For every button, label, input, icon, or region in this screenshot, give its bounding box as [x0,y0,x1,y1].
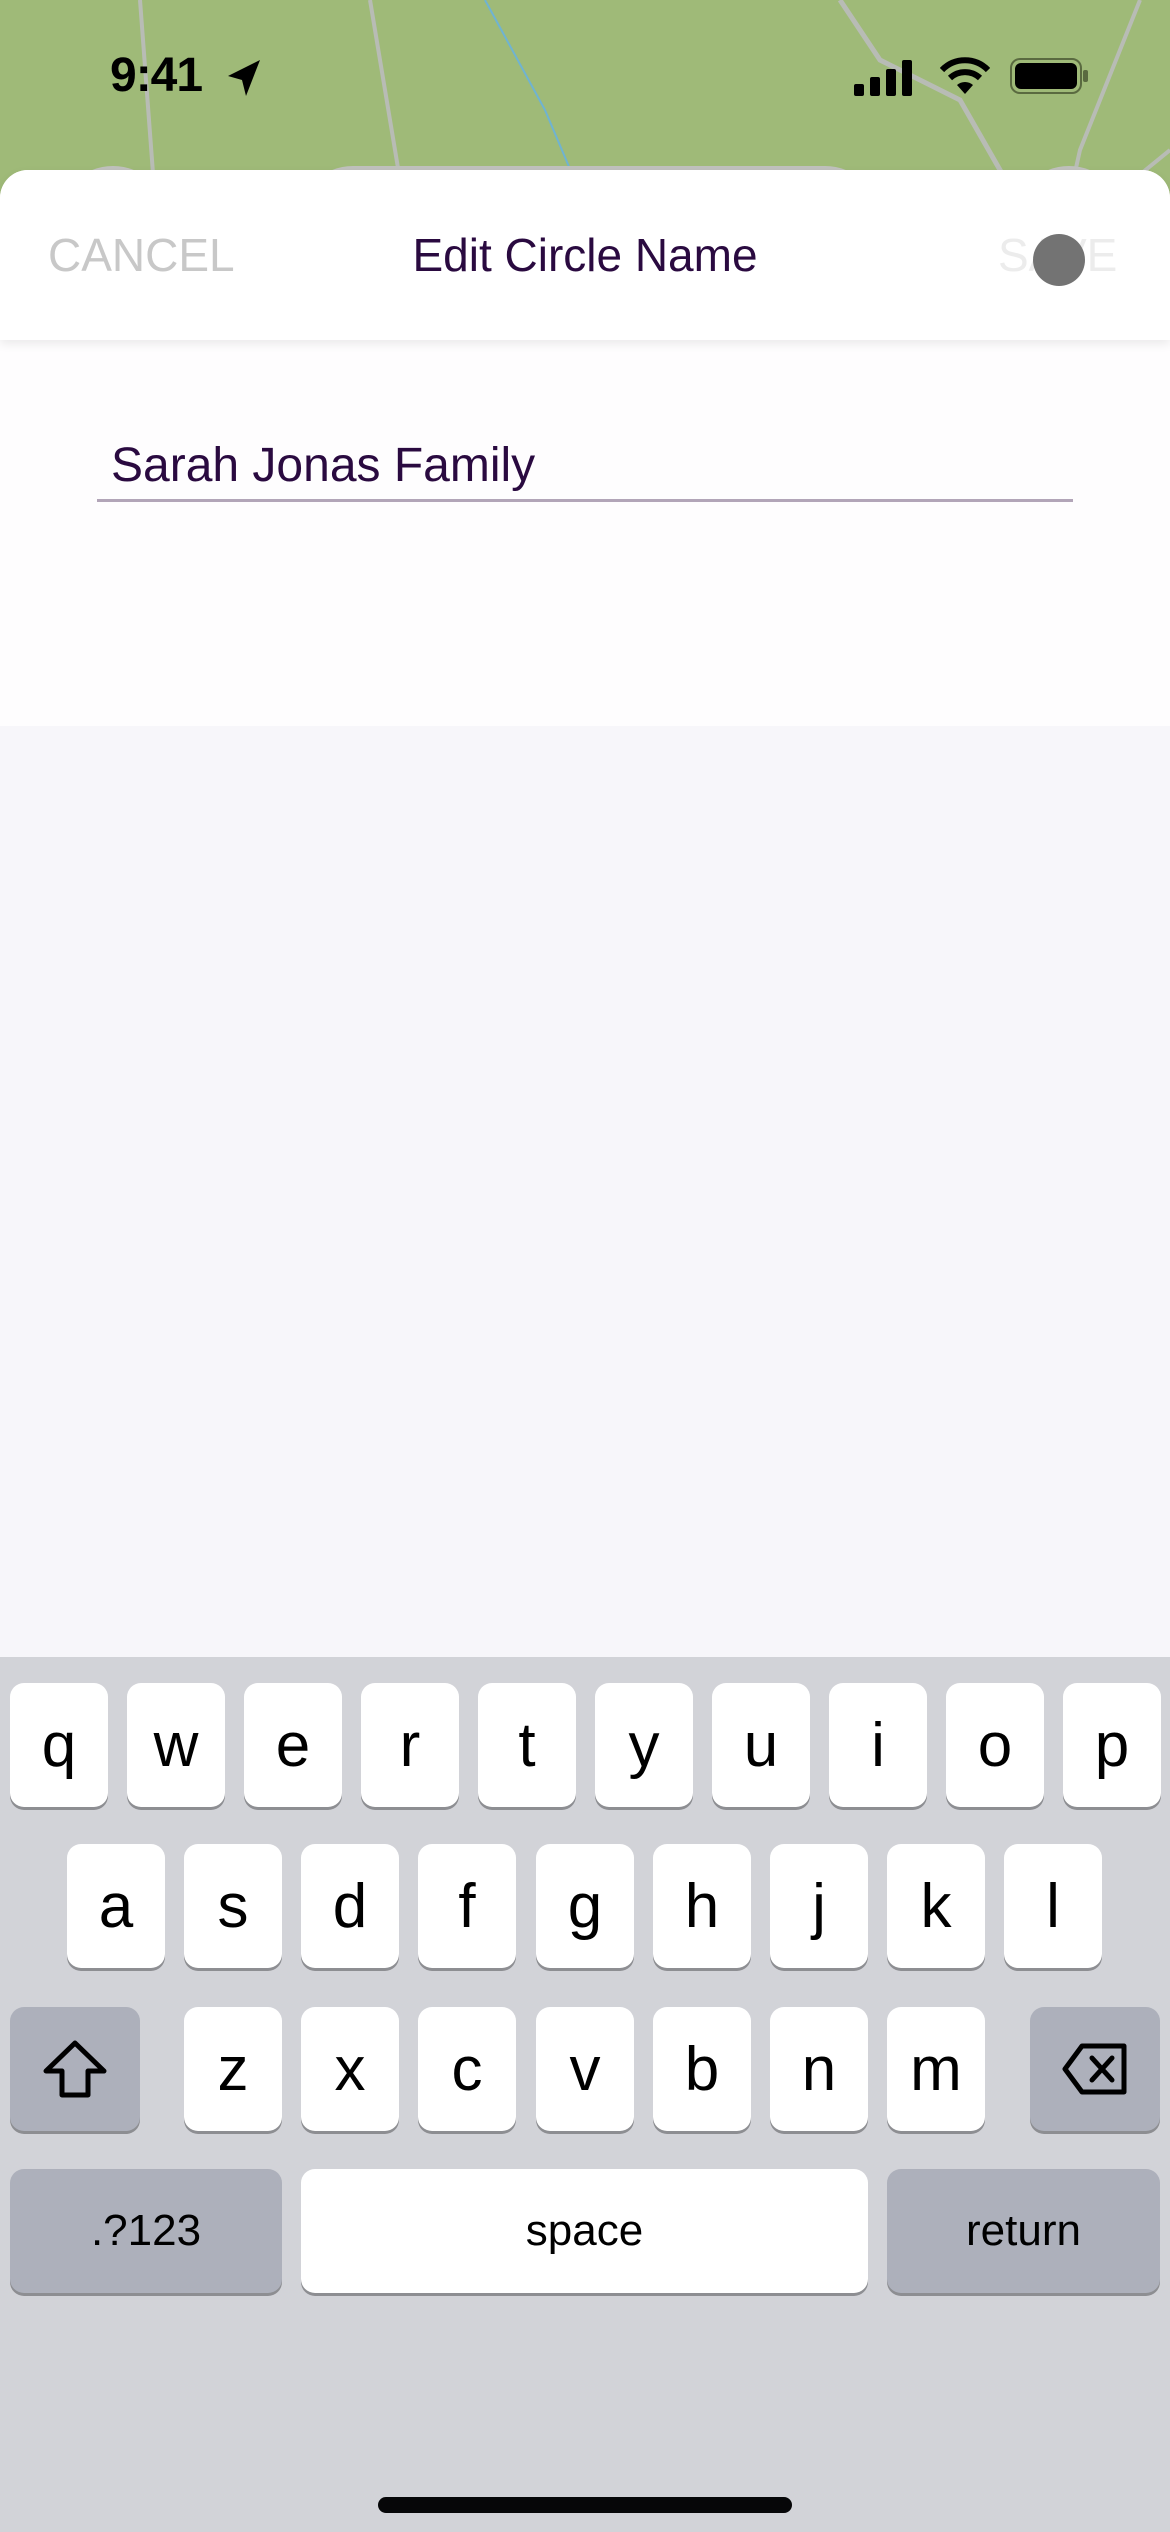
key-t[interactable]: t [478,1683,576,1807]
key-v[interactable]: v [536,2007,634,2131]
key-i[interactable]: i [829,1683,927,1807]
status-time: 9:41 [110,49,203,102]
key-w[interactable]: w [127,1683,225,1807]
wifi-icon [939,56,991,101]
key-e[interactable]: e [244,1683,342,1807]
status-bar: 9:41 [0,0,1170,150]
key-q[interactable]: q [10,1683,108,1807]
delete-icon [1062,2043,1127,2095]
key-r[interactable]: r [361,1683,459,1807]
key-n[interactable]: n [770,2007,868,2131]
key-b[interactable]: b [653,2007,751,2131]
return-key[interactable]: return [887,2169,1160,2293]
shift-key[interactable] [10,2007,140,2131]
key-l[interactable]: l [1004,1844,1102,1968]
key-f[interactable]: f [418,1844,516,1968]
circle-name-input[interactable] [97,432,1073,502]
key-k[interactable]: k [887,1844,985,1968]
nav-bar: CANCEL Edit Circle Name SAVE [0,170,1170,340]
key-o[interactable]: o [946,1683,1044,1807]
location-arrow-icon [224,58,264,103]
space-key[interactable]: space [301,2169,868,2293]
page-title: Edit Circle Name [412,229,758,281]
key-z[interactable]: z [184,2007,282,2131]
key-y[interactable]: y [595,1683,693,1807]
key-s[interactable]: s [184,1844,282,1968]
key-j[interactable]: j [770,1844,868,1968]
delete-key[interactable] [1030,2007,1160,2131]
battery-icon [1010,58,1090,99]
key-g[interactable]: g [536,1844,634,1968]
home-indicator[interactable] [378,2497,792,2513]
key-m[interactable]: m [887,2007,985,2131]
shift-icon [43,2040,107,2098]
key-u[interactable]: u [712,1683,810,1807]
key-d[interactable]: d [301,1844,399,1968]
key-a[interactable]: a [67,1844,165,1968]
key-c[interactable]: c [418,2007,516,2131]
touch-indicator [1033,234,1085,286]
key-x[interactable]: x [301,2007,399,2131]
signal-icon [854,60,918,101]
edit-circle-sheet: CANCEL Edit Circle Name SAVE [0,170,1170,726]
keyboard: q w e r t y u i o p a s d f g h j k l z … [0,1657,1170,2532]
numbers-key[interactable]: .?123 [10,2169,282,2293]
key-p[interactable]: p [1063,1683,1161,1807]
key-h[interactable]: h [653,1844,751,1968]
